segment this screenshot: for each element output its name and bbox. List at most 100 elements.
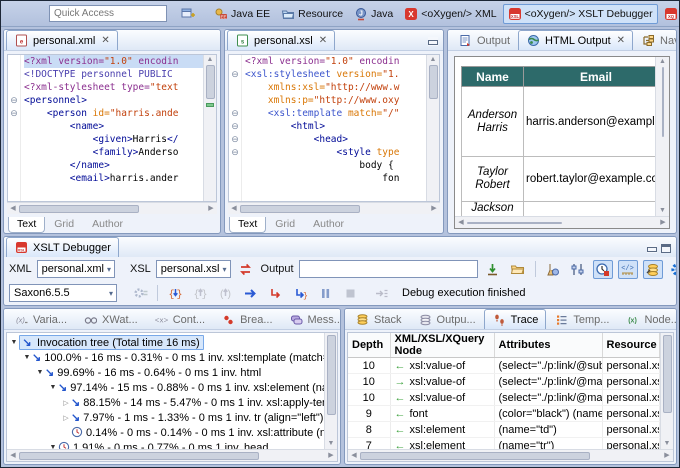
tab-node[interactable]: (x)Node... [617, 309, 677, 329]
code-line[interactable]: <family>Anderso [24, 146, 203, 159]
tab-personal-xsl[interactable]: s personal.xsl ✕ [227, 30, 335, 50]
code-line[interactable]: xmlns:xsl="http://www.w [245, 81, 426, 94]
pause-icon[interactable] [315, 284, 335, 303]
scroll-thumb[interactable] [19, 205, 139, 213]
scroll-left-icon[interactable]: ◀ [7, 204, 19, 214]
code-line[interactable]: <?xml version="1.0" encodin [24, 55, 203, 68]
code-line[interactable]: <personnel> [24, 94, 203, 107]
scroll-left-icon[interactable]: ◀ [348, 451, 360, 461]
tab-html-output[interactable]: HTML Output✕ [518, 30, 633, 50]
output-file-input[interactable] [299, 260, 478, 278]
tree-row[interactable]: ▷↘7.97% - 1 ms - 1.33% - 0 ms 1 inv. tr … [9, 410, 324, 425]
tab-trace[interactable]: Trace [484, 309, 547, 329]
expander-closed-icon[interactable]: ▷ [61, 399, 71, 407]
code-line[interactable]: <html> [245, 120, 426, 133]
code-area[interactable]: <?xml version="1.0" encodin<!DOCTYPE per… [21, 55, 203, 201]
col-attributes[interactable]: Attributes [494, 333, 602, 358]
code-line[interactable]: <person id="harris.ande [24, 107, 203, 120]
scroll-up-icon[interactable]: ▲ [204, 55, 216, 65]
code-line[interactable]: <!DOCTYPE personnel PUBLIC [24, 68, 203, 81]
vertical-scrollbar[interactable]: ▲ [426, 55, 439, 201]
tab-outpu[interactable]: Outpu... [410, 309, 484, 329]
tab-xslt-debugger[interactable]: XSL XSLT Debugger [6, 237, 119, 257]
scroll-thumb[interactable] [19, 452, 259, 460]
engine-select[interactable]: Saxon6.5.5▾ [9, 284, 117, 302]
trace-row[interactable]: 9←font(color="black") (name=...personal.… [348, 406, 660, 422]
profiler-time-icon[interactable] [593, 260, 613, 279]
expander-open-icon[interactable]: ▼ [48, 384, 58, 391]
quick-access-input[interactable] [49, 5, 167, 22]
vertical-scrollbar[interactable]: ▼ [660, 333, 673, 449]
code-line[interactable]: <?xml version="1.0" encodin [245, 55, 426, 68]
scroll-thumb[interactable] [663, 335, 672, 413]
code-line[interactable]: </name> [24, 159, 203, 172]
code-line[interactable]: <given>Harris</ [24, 133, 203, 146]
editor-xml-body[interactable]: ⊖⊖ <?xml version="1.0" encodin<!DOCTYPE … [4, 51, 220, 214]
tree-row[interactable]: ▼↘100.0% - 16 ms - 0.31% - 0 ms 1 inv. x… [9, 350, 324, 365]
tree-row[interactable]: ▼↘97.14% - 15 ms - 0.88% - 0 ms 1 inv. x… [9, 380, 324, 395]
horizontal-scrollbar[interactable]: ◀ ▶ [7, 202, 217, 214]
scroll-thumb[interactable] [662, 67, 664, 137]
editor-xsl-body[interactable]: ⊖⊖⊖⊖⊖ <?xml version="1.0" encodin<xsl:st… [225, 51, 443, 214]
transform-settings-icon[interactable] [568, 260, 588, 279]
vertical-scrollbar[interactable]: ▲ ▼ [655, 57, 669, 216]
tab-cont[interactable]: <x>Cont... [146, 309, 213, 329]
xml-source-select[interactable]: personal.xml▾ [37, 260, 115, 278]
code-line[interactable]: <email>harris.ander [24, 172, 203, 185]
perspective-button-2[interactable]: JJava [349, 4, 398, 24]
scroll-thumb[interactable] [360, 452, 590, 460]
mode-tab-grid[interactable]: Grid [45, 217, 83, 233]
open-perspective-button[interactable] [177, 5, 199, 23]
stop-icon[interactable] [340, 284, 360, 303]
tab-brea[interactable]: Brea... [213, 309, 280, 329]
mode-tab-text[interactable]: Text [8, 217, 45, 233]
code-line[interactable]: <?xml-stylesheet type="text [24, 81, 203, 94]
tree-row[interactable]: ▼↘99.69% - 16 ms - 0.64% - 0 ms 1 inv. h… [9, 365, 324, 380]
scroll-up-icon[interactable]: ▲ [427, 55, 439, 65]
code-line[interactable]: <style type [245, 146, 426, 159]
expander-closed-icon[interactable]: ▷ [61, 414, 71, 422]
show-current-context-icon[interactable] [371, 284, 391, 303]
tree-row[interactable]: ▼↘Invocation tree (Total time 16 ms) [9, 335, 324, 350]
tree-row[interactable]: ▷↘88.15% - 14 ms - 5.47% - 0 ms 1 inv. x… [9, 395, 324, 410]
step-into-icon[interactable]: {} [165, 284, 185, 303]
fold-collapse-icon[interactable]: ⊖ [229, 146, 241, 159]
trace-row[interactable]: 8←xsl:element(name="td")personal.xsl [li… [348, 422, 660, 438]
step-over-icon[interactable]: {} [190, 284, 210, 303]
scroll-thumb[interactable] [467, 222, 562, 224]
trace-row[interactable]: 7←xsl:element(name="tr")personal.xsl [li… [348, 438, 660, 450]
mode-tab-grid[interactable]: Grid [266, 217, 304, 233]
perspective-button-3[interactable]: X<oXygen/> XML [399, 4, 501, 24]
show-source-mapping-icon[interactable]: </> [618, 260, 638, 279]
trace-row[interactable]: 10←xsl:value-of(select="./p:link/@man...… [348, 390, 660, 406]
scroll-right-icon[interactable]: ▶ [661, 451, 673, 461]
mode-tab-author[interactable]: Author [304, 217, 353, 233]
vertical-scrollbar[interactable]: ▲ [203, 55, 216, 201]
expander-open-icon[interactable]: ▼ [9, 339, 19, 346]
tab-temp[interactable]: Temp... [546, 309, 617, 329]
scroll-left-icon[interactable]: ◀ [455, 218, 467, 228]
scroll-right-icon[interactable]: ▶ [657, 218, 669, 228]
tab-xwat[interactable]: XWat... [75, 309, 146, 329]
tree-row[interactable]: ▼1.91% - 0 ms - 0.77% - 0 ms 1 inv. head [9, 440, 324, 449]
swap-sources-icon[interactable] [236, 260, 256, 279]
code-line[interactable]: fon [245, 172, 426, 185]
vertical-scrollbar[interactable]: ▼ [324, 333, 337, 449]
tab-personal-xml[interactable]: e personal.xml ✕ [6, 30, 118, 50]
code-line[interactable]: <head> [245, 133, 426, 146]
perspective-button-5[interactable]: XQ<oXygen/> XQuery Debugger [659, 4, 680, 24]
code-line[interactable]: <xsl:stylesheet version="1. [245, 68, 426, 81]
horizontal-scrollbar[interactable]: ◀ ▶ [7, 449, 337, 461]
tab-navigator[interactable]: Navigator [633, 30, 677, 50]
mode-tab-author[interactable]: Author [83, 217, 132, 233]
code-line[interactable]: <xsl:template match="/" [245, 107, 426, 120]
col-depth[interactable]: Depth [348, 333, 390, 358]
scroll-down-icon[interactable]: ▼ [657, 206, 669, 216]
horizontal-scrollbar[interactable]: ◀ ▶ [455, 216, 669, 228]
tab-output[interactable]: Output [450, 30, 518, 50]
tab-mess[interactable]: Mess... [281, 309, 342, 329]
fold-collapse-icon[interactable]: ⊖ [229, 120, 241, 133]
run-to-cursor-icon[interactable] [265, 284, 285, 303]
scroll-right-icon[interactable]: ▶ [325, 451, 337, 461]
run-mode-icon[interactable] [543, 260, 563, 279]
